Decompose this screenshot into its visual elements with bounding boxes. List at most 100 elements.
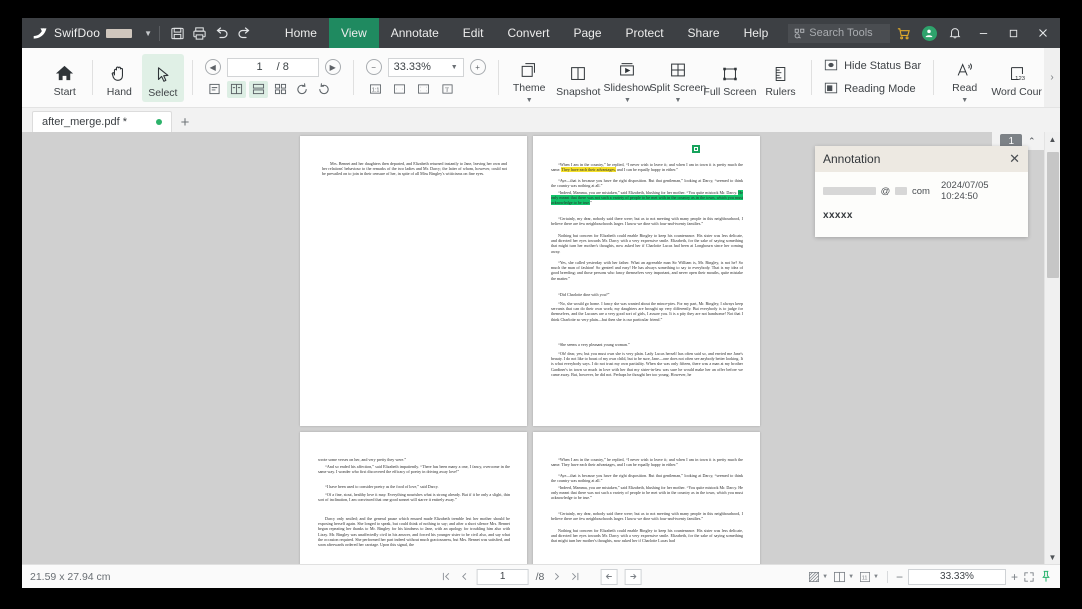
nav-forward-icon[interactable] (624, 568, 642, 585)
document-tab[interactable]: after_merge.pdf * (32, 111, 172, 132)
p2-text-3: “Indeed, Mamma, you are mistaken,” said … (551, 190, 743, 206)
status-zoom-out-button[interactable]: − (896, 570, 903, 584)
scroll-up-arrow-icon[interactable]: ▲ (1049, 132, 1057, 146)
status-page-total: /8 (535, 570, 545, 583)
ribbon-divider-4 (497, 60, 499, 95)
expand-icon[interactable] (1023, 571, 1035, 583)
hand-tool-button[interactable]: Hand (99, 48, 141, 107)
search-tools-input[interactable]: Search Tools (788, 23, 891, 43)
page-canvas[interactable]: Mrs. Bennet and her daughters then depar… (22, 132, 1044, 564)
close-button[interactable] (1028, 18, 1058, 48)
scroll-up-chevron-icon[interactable]: ⌃ (1028, 136, 1036, 147)
rotate-clockwise-icon[interactable] (293, 81, 312, 98)
vertical-scrollbar[interactable]: ▲ ▼ (1044, 132, 1060, 564)
prev-page-icon[interactable] (459, 571, 470, 582)
save-icon[interactable] (167, 20, 189, 46)
menu-item-share[interactable]: Share (676, 18, 732, 48)
annotation-marker-icon[interactable] (692, 145, 700, 153)
minimize-button[interactable] (968, 18, 998, 48)
menu-item-page[interactable]: Page (562, 18, 614, 48)
split-screen-button[interactable]: Split Screen ▼ (650, 48, 706, 107)
actual-size-icon[interactable]: 1:1 (366, 81, 385, 98)
next-page-icon[interactable] (551, 571, 562, 582)
print-icon[interactable] (189, 20, 211, 46)
rulers-button[interactable]: Rulers (756, 48, 805, 107)
theme-button[interactable]: Theme ▼ (505, 48, 554, 107)
scroll-mode-dropdown[interactable]: 11 ▼ (859, 571, 879, 583)
pdf-page-3[interactable]: wrote some verses on her, and very prett… (300, 432, 527, 564)
menu-item-annotate[interactable]: Annotate (379, 18, 451, 48)
cart-icon[interactable] (890, 20, 916, 46)
tiles-view-icon[interactable] (271, 81, 290, 98)
pdf-page-4[interactable]: “When I am in the country,” he replied, … (533, 432, 760, 564)
menu-item-view[interactable]: View (328, 18, 379, 48)
chevron-down-icon[interactable]: ▼ (961, 97, 968, 104)
chevron-down-icon[interactable]: ▼ (624, 97, 631, 104)
ribbon-overflow-button[interactable]: › (1044, 48, 1060, 107)
scrollbar-thumb[interactable] (1047, 152, 1059, 278)
menu-item-protect[interactable]: Protect (614, 18, 676, 48)
text-highlight[interactable]: They have each their advantages, (561, 167, 616, 173)
status-page-input[interactable]: 1 (476, 568, 529, 585)
reading-mode-label: Reading Mode (844, 83, 916, 95)
continuous-scroll-icon[interactable] (248, 80, 268, 98)
nav-back-icon[interactable] (600, 568, 618, 585)
brand-name: SwifDoo (54, 26, 101, 40)
slideshow-button[interactable]: Slideshow ▼ (603, 48, 652, 107)
previous-page-button[interactable]: ◀ (204, 59, 221, 75)
status-zoom-value[interactable]: 33.33% (907, 568, 1006, 585)
pdf-page-1[interactable]: Mrs. Bennet and her daughters then depar… (300, 136, 527, 426)
reading-mode-button[interactable]: Reading Mode (824, 81, 921, 98)
chevron-down-icon: ▼ (848, 573, 855, 580)
zoom-in-button[interactable]: + (469, 59, 486, 75)
pin-icon[interactable] (1040, 570, 1052, 583)
word-count-button[interactable]: 123 Word Cour (989, 48, 1044, 107)
slideshow-icon (617, 56, 637, 80)
zoom-level-select[interactable]: 33.33% ▼ (387, 57, 464, 77)
start-button[interactable]: Start (44, 48, 86, 107)
annotation-popup[interactable]: Annotation ✕ @ com 2024/07/05 10:24:50 x… (815, 146, 1028, 237)
first-page-icon[interactable] (441, 571, 452, 582)
full-screen-button[interactable]: Full Screen (703, 48, 757, 107)
undo-icon[interactable] (211, 20, 233, 46)
new-tab-button[interactable]: + (172, 114, 198, 132)
close-icon[interactable]: ✕ (1009, 151, 1020, 167)
snapshot-button[interactable]: Snapshot (554, 48, 603, 107)
brand-dropdown-caret[interactable]: ▼ (144, 29, 152, 38)
brand-logo-group[interactable]: SwifDoo ▼ (22, 18, 152, 48)
svg-text:11: 11 (862, 575, 868, 581)
last-page-icon[interactable] (569, 571, 580, 582)
two-page-icon[interactable] (226, 80, 246, 98)
menu-item-convert[interactable]: Convert (495, 18, 561, 48)
text-highlight[interactable]: He only meant that there was not such a … (551, 190, 743, 206)
redo-icon[interactable] (233, 20, 255, 46)
user-account-button[interactable] (916, 20, 942, 46)
next-page-button[interactable]: ▶ (324, 59, 341, 75)
text-reflow-icon[interactable]: T (438, 81, 457, 98)
zoom-out-button[interactable]: − (365, 59, 382, 75)
page-fit-dropdown[interactable]: ▼ (808, 571, 828, 583)
chevron-down-icon[interactable]: ▼ (526, 97, 533, 104)
rotate-counterclockwise-icon[interactable] (315, 81, 334, 98)
unsaved-indicator-dot (156, 119, 162, 125)
select-tool-button[interactable]: Select (142, 54, 184, 102)
fit-page-icon[interactable] (414, 81, 433, 98)
menu-item-help[interactable]: Help (732, 18, 781, 48)
bell-icon[interactable] (942, 20, 968, 46)
fit-width-icon[interactable] (390, 81, 409, 98)
application-window: SwifDoo ▼ Home View Annotate Edit Conver… (22, 18, 1060, 588)
status-zoom-in-button[interactable]: + (1011, 570, 1018, 584)
read-aloud-button[interactable]: Read ▼ (940, 48, 989, 107)
pdf-page-2[interactable]: “When I am in the country,” he replied, … (533, 136, 760, 426)
page-number-field[interactable]: 1 / 8 (226, 57, 319, 77)
single-page-icon[interactable] (205, 81, 224, 98)
menu-item-edit[interactable]: Edit (451, 18, 496, 48)
maximize-button[interactable] (998, 18, 1028, 48)
scroll-down-arrow-icon[interactable]: ▼ (1049, 550, 1057, 564)
two-page-view-dropdown[interactable]: ▼ (833, 571, 854, 583)
chevron-down-icon[interactable]: ▼ (675, 97, 682, 104)
scrollbar-track[interactable] (1045, 146, 1060, 550)
menu-item-home[interactable]: Home (273, 18, 329, 48)
annotation-content[interactable]: xxxxx (815, 202, 1028, 237)
hide-status-bar-button[interactable]: Hide Status Bar (824, 58, 921, 75)
